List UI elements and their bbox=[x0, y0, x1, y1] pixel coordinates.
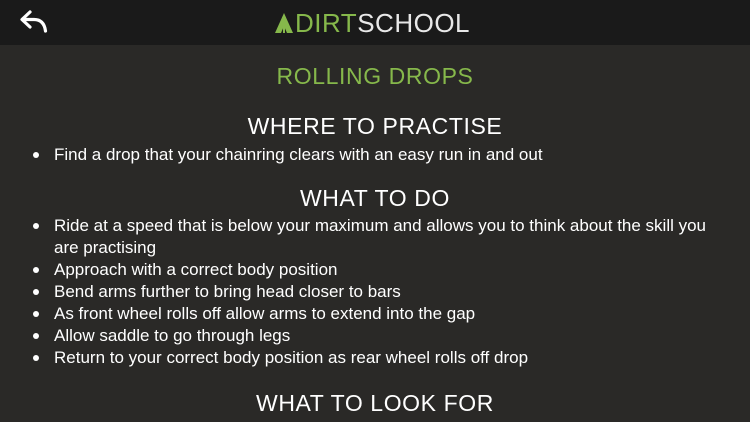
top-bar: DIRT SCHOOL bbox=[0, 0, 750, 45]
list-item: Bend arms further to bring head closer t… bbox=[33, 281, 723, 303]
where-to-practise-list: Find a drop that your chainring clears w… bbox=[33, 144, 723, 166]
section-heading-where-to-practise: WHERE TO PRACTISE bbox=[247, 113, 503, 139]
list-item: Ride at a speed that is below your maxim… bbox=[33, 215, 723, 259]
back-arrow-icon bbox=[20, 10, 48, 33]
logo-text-dirt: DIRT bbox=[295, 8, 358, 38]
list-item: Return to your correct body position as … bbox=[33, 347, 723, 369]
page-title: ROLLING DROPS bbox=[276, 63, 474, 89]
section-heading-what-to-do: WHAT TO DO bbox=[300, 185, 450, 211]
list-item: As front wheel rolls off allow arms to e… bbox=[33, 303, 723, 325]
tree-icon bbox=[275, 13, 293, 33]
section-heading-what-to-look-for: WHAT TO LOOK FOR bbox=[256, 390, 494, 416]
what-to-do-list: Ride at a speed that is below your maxim… bbox=[33, 215, 723, 369]
list-item: Allow saddle to go through legs bbox=[33, 325, 723, 347]
list-item: Approach with a correct body position bbox=[33, 259, 723, 281]
logo-text-school: SCHOOL bbox=[357, 8, 471, 38]
list-item: Find a drop that your chainring clears w… bbox=[33, 144, 723, 166]
lesson-content: ROLLING DROPS WHERE TO PRACTISE Find a d… bbox=[0, 45, 750, 422]
app-logo: DIRT SCHOOL bbox=[274, 9, 470, 37]
back-button[interactable] bbox=[20, 9, 54, 35]
